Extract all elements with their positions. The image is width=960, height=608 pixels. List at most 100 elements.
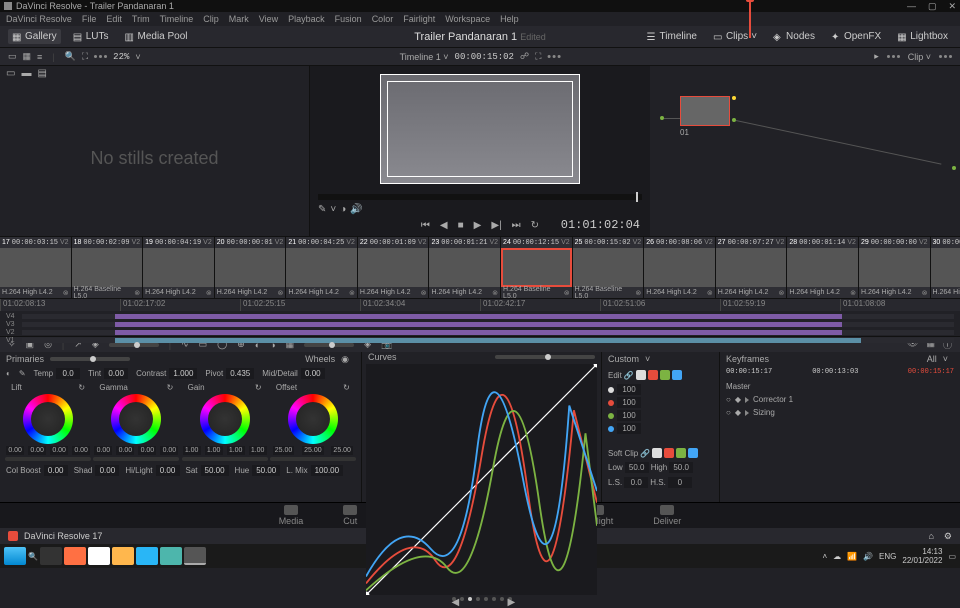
chan-g[interactable] — [660, 370, 670, 380]
softclip-link-icon[interactable]: 🔗 — [640, 449, 650, 458]
track-V3[interactable]: V3 — [6, 321, 954, 327]
start-button[interactable] — [4, 547, 26, 565]
chan-b[interactable] — [672, 370, 682, 380]
picker-mode-1[interactable]: ◐ — [6, 369, 11, 378]
thumb-22[interactable]: 2200:00:01:09V2H.264 High L4.2⊗ — [358, 237, 430, 298]
taskview-button[interactable] — [40, 547, 62, 565]
menu-fusion[interactable]: Fusion — [335, 14, 362, 24]
node-1[interactable] — [680, 96, 730, 126]
page-media[interactable]: Media — [279, 505, 304, 526]
chan-item-1[interactable]: 100 — [608, 397, 713, 408]
menu-mark[interactable]: Mark — [229, 14, 249, 24]
gallery-mode-2[interactable]: ▬ — [21, 68, 31, 78]
chan-item-2[interactable]: 100 — [608, 410, 713, 421]
menu-playback[interactable]: Playback — [288, 14, 325, 24]
thumb-18[interactable]: 1800:00:02:09V2H.264 Baseline L5.0⊗ — [72, 237, 144, 298]
contrast-value[interactable]: 1.000 — [169, 368, 197, 379]
thumb-20[interactable]: 2000:00:00:01V2H.264 High L4.2⊗ — [215, 237, 287, 298]
chan-y[interactable] — [636, 370, 646, 380]
track-V2[interactable]: V2 — [6, 329, 954, 335]
zoom-icon[interactable]: 🔍 — [65, 51, 76, 62]
thumb-30[interactable]: 3000:00:02:04V2H.264 High L4.2⊗ — [931, 237, 960, 298]
wheels-mode-icon[interactable]: ◉ — [341, 354, 349, 365]
thumb-21[interactable]: 2100:00:04:25V2H.264 High L4.2⊗ — [286, 237, 358, 298]
thumb-27[interactable]: 2700:00:07:27V2H.264 High L4.2⊗ — [716, 237, 788, 298]
viewer-image[interactable] — [380, 74, 580, 184]
picker-icon[interactable]: ✎ — [318, 204, 326, 215]
sc-y[interactable] — [652, 448, 662, 458]
menu-timeline[interactable]: Timeline — [160, 14, 194, 24]
menu-view[interactable]: View — [259, 14, 278, 24]
lightbox-button[interactable]: ▦Lightbox — [893, 29, 952, 44]
tool-slider-2[interactable] — [304, 343, 354, 347]
pivot-value[interactable]: 0.435 — [226, 368, 254, 379]
search-icon[interactable]: 🔍 — [28, 552, 38, 561]
clip-more-icon[interactable] — [939, 55, 952, 58]
mediapool-button[interactable]: ▥Media Pool — [120, 29, 191, 44]
tool-wand-icon[interactable]: ✧ — [8, 339, 16, 350]
page-cut[interactable]: Cut — [343, 505, 357, 526]
thumb-19[interactable]: 1900:00:04:19V2H.264 High L4.2⊗ — [143, 237, 215, 298]
timeline-selector[interactable]: Timeline 1 ˅ — [400, 52, 449, 62]
thumb-23[interactable]: 2300:00:01:21V2H.264 High L4.2⊗ — [429, 237, 501, 298]
kf-corrector[interactable]: ○◆Corrector 1 — [726, 393, 954, 406]
gallery-mode-1[interactable]: ▭ — [6, 68, 15, 78]
arrow-left-icon[interactable]: ◀ — [452, 597, 456, 601]
hilight-value[interactable]: 0.00 — [156, 465, 180, 476]
page-deliver[interactable]: Deliver — [653, 505, 681, 526]
mask-icon[interactable]: ◑ — [340, 204, 346, 215]
thumb-28[interactable]: 2800:00:01:14V2H.264 High L4.2⊗ — [787, 237, 859, 298]
clip-selector[interactable]: Clip ˅ — [908, 52, 931, 62]
tray-wifi-icon[interactable]: 📶 — [847, 552, 857, 561]
lmix-value[interactable]: 100.00 — [311, 465, 343, 476]
minimize-button[interactable]: — — [907, 1, 916, 12]
gallery-button[interactable]: ▦Gallery — [8, 29, 61, 44]
taskbar-app2[interactable] — [160, 547, 182, 565]
menu-color[interactable]: Color — [372, 14, 394, 24]
nodes-more-icon[interactable] — [887, 55, 900, 58]
tray-lang[interactable]: ENG — [879, 552, 896, 561]
high-value[interactable]: 50.0 — [669, 462, 693, 473]
fit-icon[interactable]: ⛶ — [82, 51, 88, 62]
menu-trim[interactable]: Trim — [132, 14, 150, 24]
step-back-icon[interactable]: ◀ — [440, 220, 448, 231]
viewer-scrubber[interactable] — [318, 194, 642, 200]
ls-value[interactable]: 0.0 — [624, 477, 648, 488]
menu-edit[interactable]: Edit — [106, 14, 122, 24]
timecode[interactable]: 00:00:15:02 — [455, 52, 514, 62]
md-value[interactable]: 0.00 — [301, 368, 325, 379]
node-output-top[interactable] — [732, 96, 736, 100]
tray-date[interactable]: 22/01/2022 — [902, 556, 942, 565]
nodes-button[interactable]: ◈Nodes — [769, 29, 819, 44]
sync-icon[interactable]: ☍ — [520, 51, 529, 62]
tint-value[interactable]: 0.00 — [104, 368, 128, 379]
taskbar-vscode[interactable] — [136, 547, 158, 565]
taskbar-firefox[interactable] — [64, 547, 86, 565]
menu-clip[interactable]: Clip — [203, 14, 219, 24]
tool-slider-1[interactable] — [109, 343, 159, 347]
sc-r[interactable] — [664, 448, 674, 458]
nodes-panel[interactable]: 01 — [650, 66, 960, 236]
view-icon-1[interactable]: ▭ — [8, 51, 17, 62]
tray-cloud-icon[interactable]: ☁ — [833, 552, 841, 561]
chan-item-3[interactable]: 100 — [608, 423, 713, 434]
mini-timeline[interactable]: 01:02:08:1301:02:17:0201:02:25:1501:02:3… — [0, 298, 960, 336]
taskbar-chrome[interactable] — [88, 547, 110, 565]
go-start-icon[interactable]: ⏮ — [421, 220, 430, 231]
menu-help[interactable]: Help — [500, 14, 519, 24]
view-icon-3[interactable]: ≡ — [37, 52, 42, 62]
thumb-17[interactable]: 1700:00:03:15V2H.264 High L4.2⊗ — [0, 237, 72, 298]
link-icon[interactable]: 🔗 — [624, 371, 634, 380]
kf-master[interactable]: Master — [726, 380, 954, 393]
chan-r[interactable] — [648, 370, 658, 380]
audio-icon[interactable]: 🔊 — [350, 204, 362, 215]
chan-item-0[interactable]: 100 — [608, 384, 713, 395]
sc-g[interactable] — [676, 448, 686, 458]
temp-value[interactable]: 0.0 — [56, 368, 80, 379]
primaries-slider[interactable] — [50, 357, 130, 361]
track-V4[interactable]: V4 — [6, 313, 954, 319]
expand-icon[interactable]: ⛶ — [535, 51, 541, 62]
curves-slider[interactable] — [495, 355, 595, 359]
thumb-26[interactable]: 2600:00:08:06V2H.264 High L4.2⊗ — [644, 237, 716, 298]
thumb-24[interactable]: 2400:00:12:15V2H.264 Baseline L5.0⊗ — [501, 237, 573, 298]
